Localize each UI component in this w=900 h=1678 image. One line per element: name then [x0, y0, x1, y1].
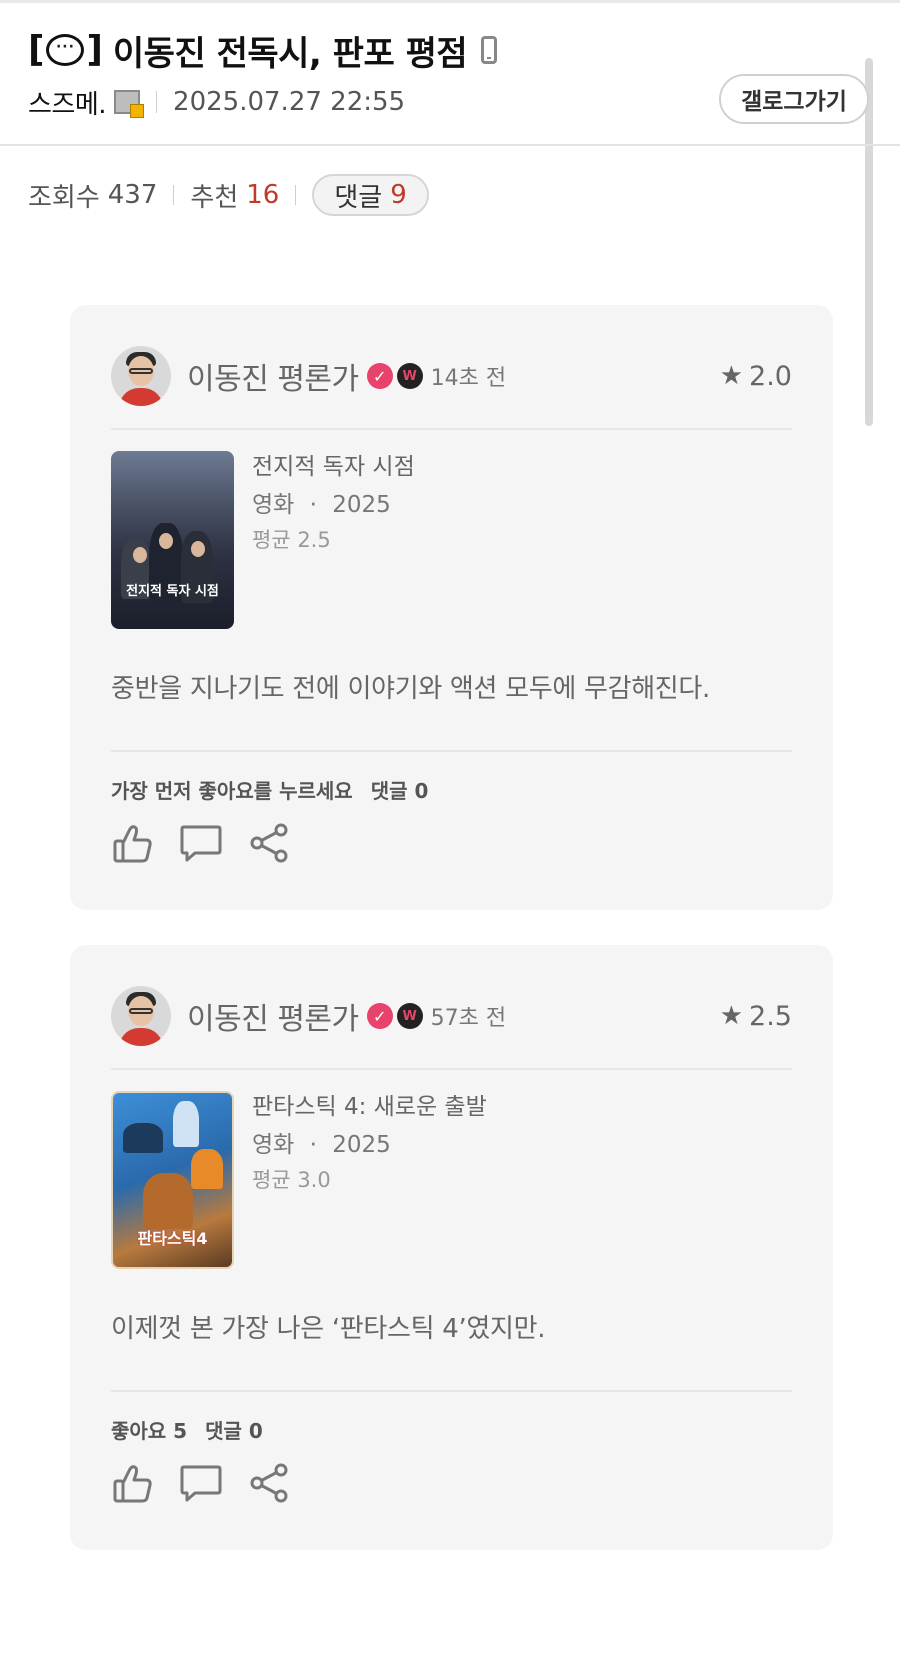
movie-average: 평균 3.0 — [252, 1168, 331, 1192]
comment-icon[interactable] — [179, 821, 223, 865]
movie-info[interactable]: 전지적 독자 시점 영화 · 2025 평균 2.5 — [252, 449, 415, 557]
movie-average: 평균 2.5 — [252, 528, 331, 552]
movie-type: 영화 — [252, 1132, 295, 1158]
views-count: 437 — [107, 180, 158, 210]
post-title-row: [ ··· ] 이동진 전독시, 판포 평점 — [28, 24, 498, 76]
recommend-count: 16 — [246, 180, 280, 210]
review-text: 이제껏 본 가장 나은 ‘판타스틱 4’였지만. — [111, 1314, 546, 1344]
stats-separator — [173, 185, 175, 205]
verified-check-icon: ✓ — [366, 1003, 393, 1029]
review-stats: 가장 먼저 좋아요를 누르세요 댓글 0 — [111, 775, 428, 804]
verified-check-icon: ✓ — [366, 363, 393, 389]
like-icon[interactable] — [111, 821, 155, 865]
member-icon — [114, 90, 145, 118]
like-icon[interactable] — [111, 1461, 155, 1505]
comments-count: 9 — [390, 180, 407, 210]
scrollbar[interactable] — [865, 58, 873, 426]
review-actions — [111, 821, 291, 865]
movie-year: 2025 — [332, 1132, 391, 1158]
card-divider — [111, 1068, 792, 1070]
card-divider — [111, 1390, 792, 1392]
review-header: 이동진 평론가 ✓ W 57초 전 ★ 2.5 — [111, 985, 792, 1047]
chat-bubble-icon: ··· — [46, 34, 85, 66]
rating-value: 2.5 — [749, 1000, 792, 1032]
review-header: 이동진 평론가 ✓ W 14초 전 ★ 2.0 — [111, 345, 792, 407]
comment-count: 댓글 0 — [205, 1419, 263, 1443]
critic-name[interactable]: 이동진 평론가 — [187, 354, 359, 398]
avatar[interactable] — [111, 986, 171, 1046]
header-divider — [0, 144, 900, 146]
movie-poster[interactable]: 전지적 독자 시점 — [111, 451, 234, 629]
share-icon[interactable] — [247, 821, 291, 865]
movie-year: 2025 — [332, 492, 391, 518]
review-time: 14초 전 — [430, 366, 507, 391]
review-time: 57초 전 — [430, 1006, 507, 1031]
review-card: 이동진 평론가 ✓ W 57초 전 ★ 2.5 판타스틱4 판타스틱 4: 새로… — [70, 945, 833, 1550]
mobile-phone-icon — [481, 36, 498, 64]
movie-info[interactable]: 판타스틱 4: 새로운 출발 영화 · 2025 평균 3.0 — [252, 1089, 487, 1197]
movie-poster[interactable]: 판타스틱4 — [111, 1091, 234, 1269]
movie-title[interactable]: 판타스틱 4: 새로운 출발 — [252, 1089, 487, 1125]
recommend-label: 추천 — [190, 182, 239, 213]
likes-text: 가장 먼저 좋아요를 누르세요 — [111, 779, 353, 803]
card-divider — [111, 428, 792, 430]
review-text: 중반을 지나기도 전에 이야기와 액션 모두에 무감해진다. — [111, 674, 711, 704]
title-bracket-right: ] — [86, 29, 103, 70]
movie-title[interactable]: 전지적 독자 시점 — [252, 449, 415, 485]
w-badge-icon: W — [396, 1003, 423, 1029]
meta-dot: · — [309, 1132, 317, 1158]
review-stats: 좋아요 5 댓글 0 — [111, 1415, 263, 1444]
gallog-button[interactable]: 갤로그가기 — [719, 74, 869, 124]
views-label: 조회수 — [28, 182, 100, 213]
title-bracket-left: [ — [28, 29, 45, 70]
review-rating: ★ 2.0 — [720, 361, 792, 392]
review-rating: ★ 2.5 — [720, 1001, 792, 1032]
comments-label: 댓글 — [334, 182, 383, 213]
movie-meta: 영화 · 2025 — [252, 487, 415, 523]
rating-value: 2.0 — [749, 360, 792, 392]
meta-dot: · — [309, 492, 317, 518]
review-card: 이동진 평론가 ✓ W 14초 전 ★ 2.0 전지적 독자 시점 전지적 독자… — [70, 305, 833, 910]
comments-button[interactable]: 댓글 9 — [312, 174, 429, 216]
post-date: 2025.07.27 22:55 — [173, 87, 406, 117]
comment-count: 댓글 0 — [370, 779, 429, 803]
movie-meta: 영화 · 2025 — [252, 1127, 487, 1163]
stats-separator — [295, 185, 297, 205]
meta-separator — [156, 91, 158, 113]
author-name[interactable]: 스즈메. — [28, 84, 107, 121]
chat-bubble-dots: ··· — [55, 39, 75, 55]
review-actions — [111, 1461, 291, 1505]
post-stats: 조회수 437 추천 16 댓글 9 — [28, 172, 429, 218]
poster-title: 판타스틱4 — [137, 1229, 208, 1248]
avatar[interactable] — [111, 346, 171, 406]
star-icon: ★ — [719, 1001, 744, 1031]
w-badge-icon: W — [396, 363, 423, 389]
post-meta: 스즈메. 2025.07.27 22:55 — [28, 82, 405, 122]
card-divider — [111, 750, 792, 752]
post-title: 이동진 전독시, 판포 평점 — [112, 33, 468, 74]
comment-icon[interactable] — [179, 1461, 223, 1505]
movie-type: 영화 — [252, 492, 295, 518]
critic-name[interactable]: 이동진 평론가 — [187, 994, 359, 1038]
likes-text: 좋아요 5 — [111, 1419, 188, 1443]
share-icon[interactable] — [247, 1461, 291, 1505]
top-border — [0, 0, 900, 3]
poster-title: 전지적 독자 시점 — [126, 584, 219, 599]
star-icon: ★ — [719, 361, 744, 391]
